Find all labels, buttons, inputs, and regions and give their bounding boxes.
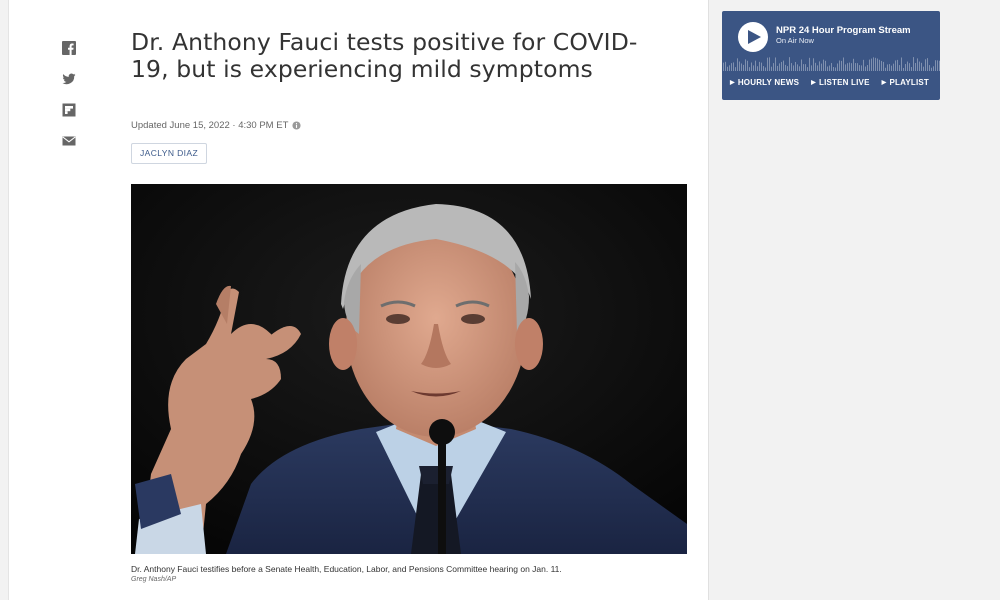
byline-author-button[interactable]: JACLYN DIAZ: [131, 143, 208, 164]
twitter-icon[interactable]: [62, 72, 76, 86]
stream-status: On Air Now: [776, 36, 814, 45]
caret-right-icon: ▶: [811, 80, 816, 86]
article-headline: Dr. Anthony Fauci tests positive for COV…: [131, 28, 638, 83]
photo-credit: Greg Nash/AP: [131, 576, 177, 583]
player-links: ▶ HOURLY NEWS ▶ LISTEN LIVE ▶ PLAYLIST: [730, 78, 929, 87]
article-photo: [131, 184, 687, 554]
play-button[interactable]: [738, 22, 768, 52]
playlist-link[interactable]: ▶ PLAYLIST: [882, 78, 929, 87]
caret-right-icon: ▶: [881, 80, 887, 86]
share-rail: [62, 41, 78, 165]
flipboard-icon[interactable]: [62, 103, 76, 117]
listen-live-link[interactable]: ▶ LISTEN LIVE: [811, 78, 869, 87]
photo-caption: Dr. Anthony Fauci testifies before a Sen…: [131, 564, 562, 574]
facebook-icon[interactable]: [62, 41, 76, 55]
dateline: Updated June 15, 2022 · 4:30 PM ET: [131, 120, 301, 131]
play-icon: [748, 30, 761, 44]
npr-stream-player: NPR 24 Hour Program Stream On Air Now ▶ H…: [722, 11, 940, 100]
hourly-news-link[interactable]: ▶ HOURLY NEWS: [730, 78, 799, 87]
info-icon[interactable]: [292, 121, 301, 130]
stream-title: NPR 24 Hour Program Stream: [776, 25, 911, 36]
email-icon[interactable]: [62, 134, 76, 148]
caret-right-icon: ▶: [730, 80, 735, 86]
article-card: Dr. Anthony Fauci tests positive for COV…: [8, 0, 709, 600]
dateline-text: Updated June 15, 2022 · 4:30 PM ET: [131, 120, 289, 131]
waveform-graphic: [722, 55, 940, 71]
